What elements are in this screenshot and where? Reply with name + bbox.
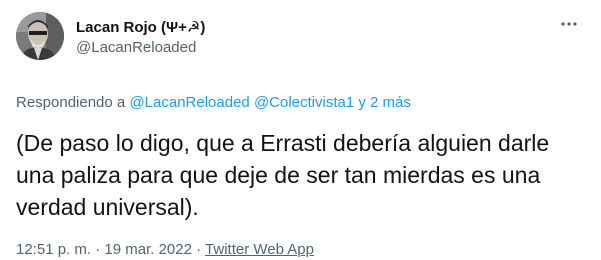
user-handle[interactable]: @LacanReloaded xyxy=(76,38,205,58)
tweet-header: Lacan Rojo (Ψ+☭) @LacanReloaded xyxy=(16,12,585,62)
meta-separator: · xyxy=(95,241,101,258)
tweet-time[interactable]: 12:51 p. m. xyxy=(16,241,91,258)
avatar[interactable] xyxy=(16,12,64,60)
replying-to-label: Respondiendo a xyxy=(16,94,126,111)
more-options-button[interactable] xyxy=(559,14,579,34)
more-horizontal-icon xyxy=(561,22,577,26)
reply-others-link[interactable]: 2 más xyxy=(370,94,411,111)
reply-mention-lacanreloaded[interactable]: @LacanReloaded xyxy=(129,94,249,111)
reply-mention-colectivista1[interactable]: @Colectivista1 xyxy=(254,94,354,111)
tweet-metadata: 12:51 p. m. · 19 mar. 2022 · Twitter Web… xyxy=(16,240,585,260)
user-block: Lacan Rojo (Ψ+☭) @LacanReloaded xyxy=(76,12,205,58)
avatar-photo xyxy=(16,12,64,60)
tweet-text: (De paso lo digo, que a Errasti debería … xyxy=(16,130,550,220)
meta-separator: · xyxy=(196,241,202,258)
tweet-source-link[interactable]: Twitter Web App xyxy=(205,241,314,258)
replying-to-line: Respondiendo a @LacanReloaded @Colectivi… xyxy=(16,93,585,113)
reply-connector[interactable]: y xyxy=(358,94,366,111)
tweet-date[interactable]: 19 mar. 2022 xyxy=(104,241,192,258)
tweet-card: Lacan Rojo (Ψ+☭) @LacanReloaded Respondi… xyxy=(0,0,601,258)
display-name[interactable]: Lacan Rojo (Ψ+☭) xyxy=(76,18,205,38)
